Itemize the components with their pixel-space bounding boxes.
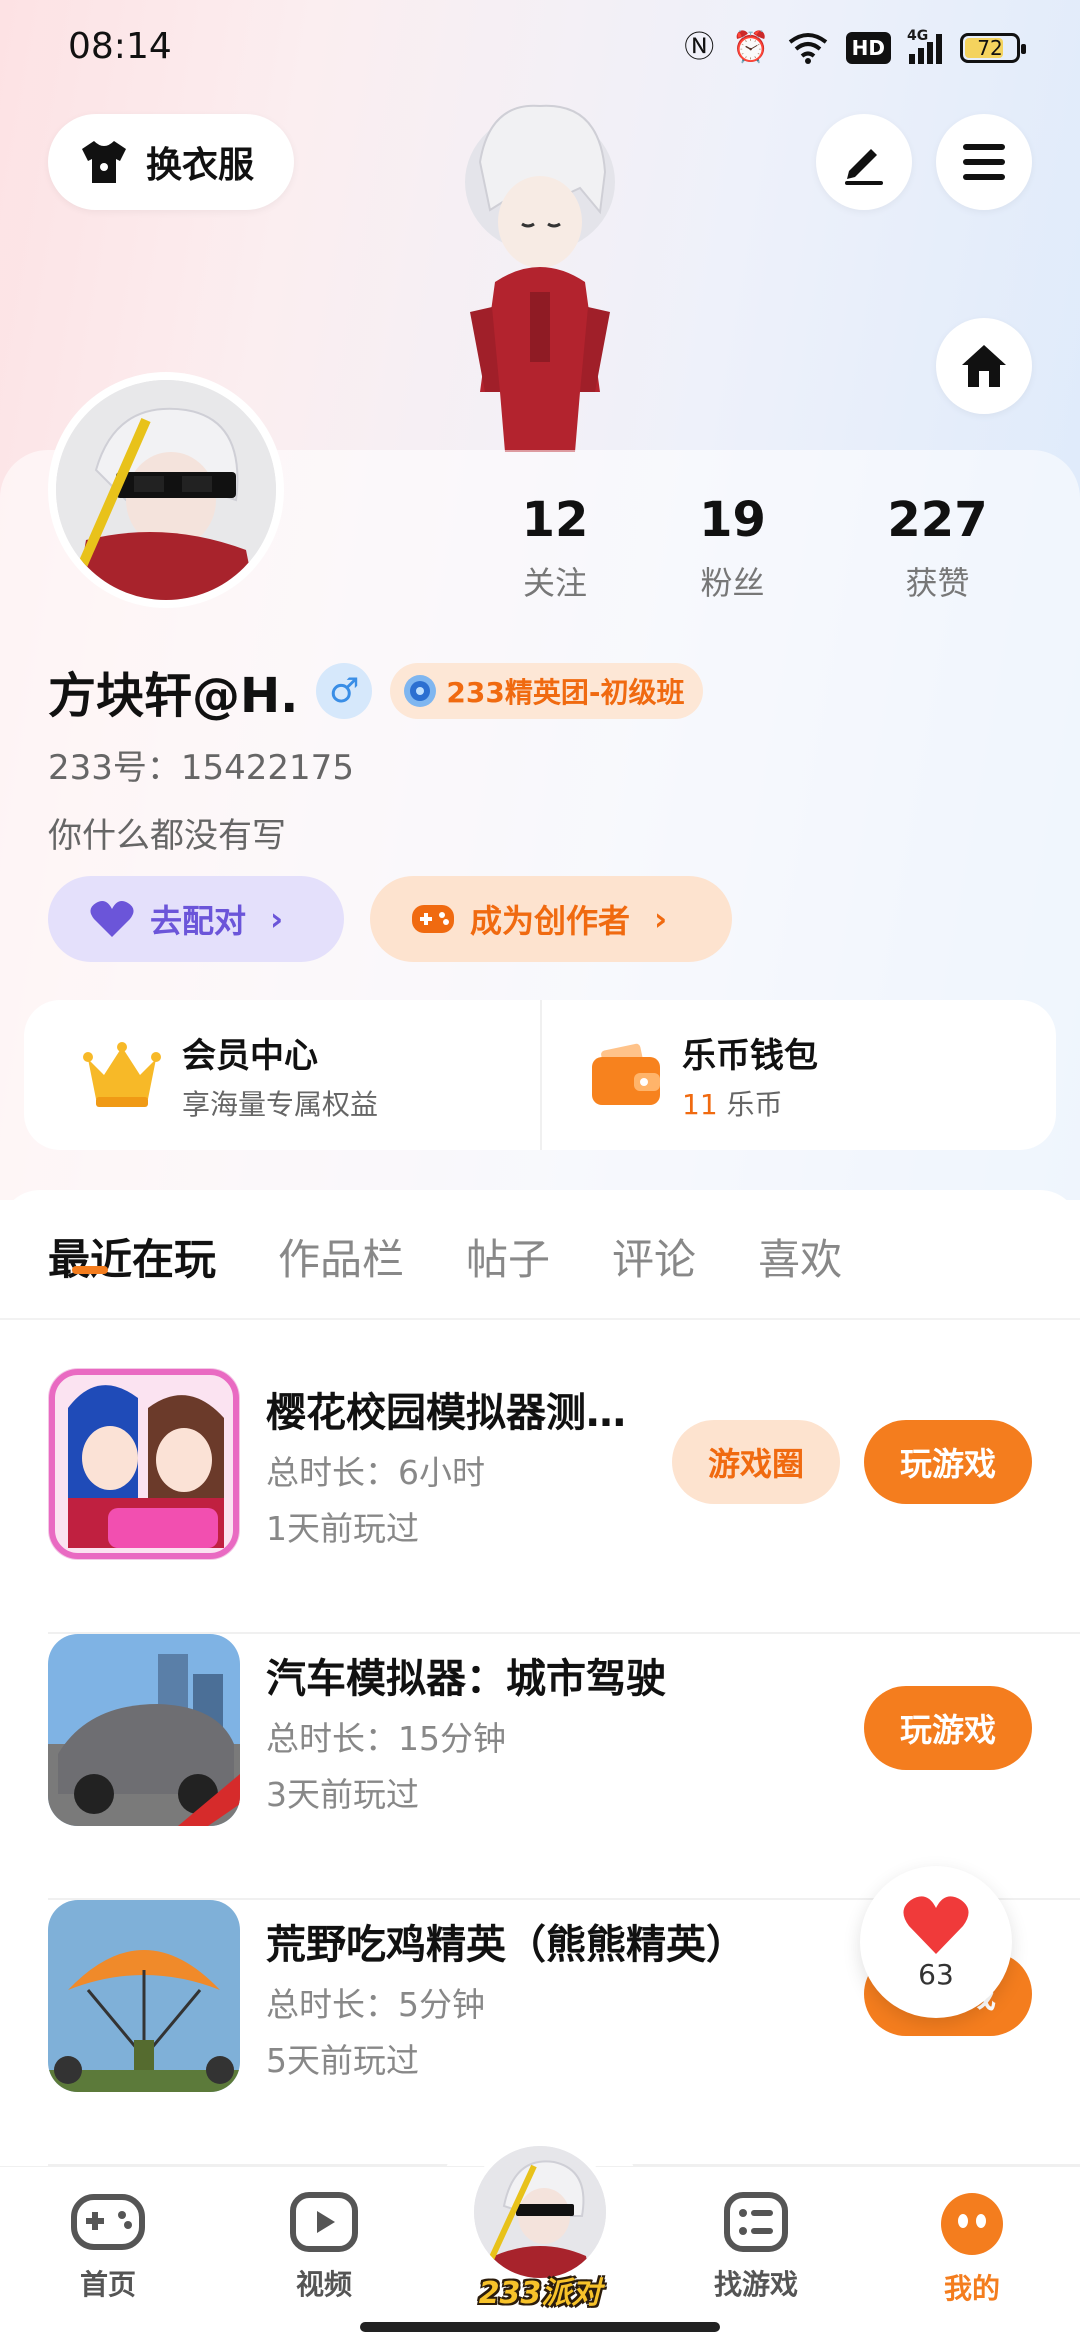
user-bio[interactable]: 你什么都没有写 bbox=[48, 808, 286, 857]
match-label: 去配对 bbox=[150, 902, 247, 940]
vip-center[interactable]: 会员中心 享海量专属权益 bbox=[24, 1000, 540, 1150]
wallet-unit: 乐币 bbox=[726, 1087, 783, 1121]
stat-following[interactable]: 12 关注 bbox=[480, 490, 630, 604]
stat-fans[interactable]: 19 粉丝 bbox=[630, 490, 835, 604]
stat-likes-label: 获赞 bbox=[905, 564, 970, 602]
home-space-button[interactable] bbox=[936, 318, 1032, 414]
change-clothes-label: 换衣服 bbox=[146, 145, 255, 186]
profile-stats: 12 关注 19 粉丝 227 获赞 bbox=[480, 490, 1040, 604]
chevron-right-icon: › bbox=[654, 900, 668, 938]
wifi-icon bbox=[788, 33, 827, 64]
status-icons: Ⓝ ⏰ HD 4G 72 bbox=[684, 28, 1026, 68]
floating-like-button[interactable]: 63 bbox=[860, 1866, 1012, 2018]
nav-find-game-label: 找游戏 bbox=[713, 2268, 798, 2301]
list-icon bbox=[724, 2192, 788, 2252]
become-creator-button[interactable]: 成为创作者 › bbox=[370, 876, 732, 962]
heart-icon bbox=[90, 901, 134, 937]
nfc-icon: Ⓝ bbox=[684, 30, 715, 65]
party-avatar-button[interactable] bbox=[468, 2140, 612, 2284]
play-game-button[interactable]: 玩游戏 bbox=[864, 1420, 1032, 1504]
stat-following-value: 12 bbox=[521, 492, 589, 548]
chevron-right-icon: › bbox=[270, 900, 284, 938]
game-thumbnail[interactable] bbox=[48, 1368, 240, 1560]
battery-icon: 72 bbox=[960, 33, 1026, 63]
stat-fans-value: 19 bbox=[699, 492, 766, 548]
status-bar: 08:14 Ⓝ ⏰ HD 4G 72 bbox=[0, 0, 1080, 96]
stat-fans-label: 粉丝 bbox=[700, 564, 765, 602]
signal-icon: 4G bbox=[907, 28, 942, 64]
party-label[interactable]: 233派对 bbox=[468, 2268, 612, 2312]
play-game-button[interactable]: 玩游戏 bbox=[864, 1686, 1032, 1770]
tab-comments[interactable]: 评论 bbox=[612, 1226, 696, 1287]
game-last-played: 3天前玩过 bbox=[266, 1775, 419, 1814]
game-circle-button[interactable]: 游戏圈 bbox=[672, 1420, 840, 1504]
home-indicator[interactable] bbox=[360, 2322, 720, 2332]
game-name: 樱花校园模拟器测… bbox=[266, 1390, 626, 1436]
tab-recently-played[interactable]: 最近在玩 bbox=[48, 1226, 216, 1287]
tab-works[interactable]: 作品栏 bbox=[278, 1226, 404, 1287]
stat-likes[interactable]: 227 获赞 bbox=[835, 490, 1040, 604]
video-play-icon bbox=[290, 2192, 358, 2252]
lebi-wallet[interactable]: 乐币钱包 11 乐币 bbox=[540, 1000, 1056, 1150]
user-id[interactable]: 233号：15422175 bbox=[48, 740, 354, 789]
profile-tabs: 最近在玩 作品栏 帖子 评论 喜欢 bbox=[48, 1226, 842, 1287]
avatar[interactable] bbox=[48, 372, 284, 608]
game-name: 汽车模拟器：城市驾驶 bbox=[266, 1656, 666, 1702]
stat-likes-value: 227 bbox=[887, 492, 988, 548]
nav-video[interactable]: 视频 bbox=[254, 2191, 394, 2303]
nav-home-label: 首页 bbox=[79, 2268, 136, 2301]
wallet-icon bbox=[592, 1043, 660, 1105]
vip-center-subtitle: 享海量专属权益 bbox=[182, 1087, 379, 1121]
game-last-played: 5天前玩过 bbox=[266, 2041, 419, 2080]
tabs-divider bbox=[0, 1318, 1080, 1320]
vip-center-title: 会员中心 bbox=[182, 1035, 318, 1076]
wallet-amount: 11 bbox=[682, 1087, 718, 1121]
profile-face-icon bbox=[941, 2193, 1003, 2255]
house-icon bbox=[962, 345, 1006, 387]
rank-badge-label: 233精英团-初级班 bbox=[446, 676, 685, 709]
badge-medal-icon bbox=[404, 675, 437, 707]
tab-likes[interactable]: 喜欢 bbox=[758, 1226, 842, 1287]
edit-profile-button[interactable] bbox=[816, 114, 912, 210]
menu-button[interactable] bbox=[936, 114, 1032, 210]
gamepad-icon bbox=[71, 2194, 145, 2250]
game-thumbnail[interactable] bbox=[48, 1634, 240, 1826]
heart-icon bbox=[903, 1895, 969, 1954]
nav-video-label: 视频 bbox=[295, 2268, 352, 2301]
avatar-character[interactable] bbox=[430, 92, 650, 452]
change-clothes-button[interactable]: 换衣服 bbox=[48, 114, 294, 210]
username-row: 方块轩@H. ♂ 233精英团-初级班 bbox=[48, 656, 703, 726]
nav-find-game[interactable]: 找游戏 bbox=[686, 2191, 826, 2303]
status-time: 08:14 bbox=[68, 26, 172, 67]
nav-home[interactable]: 首页 bbox=[38, 2191, 178, 2303]
male-gender-icon: ♂ bbox=[316, 663, 373, 719]
gamepad-icon bbox=[412, 905, 454, 933]
pen-icon bbox=[845, 149, 883, 185]
nav-mine[interactable]: 我的 bbox=[902, 2191, 1042, 2307]
nav-mine-label: 我的 bbox=[943, 2272, 1000, 2305]
hamburger-icon bbox=[963, 144, 1005, 180]
rank-badge[interactable]: 233精英团-初级班 bbox=[390, 663, 703, 719]
game-thumbnail[interactable] bbox=[48, 1900, 240, 2092]
game-duration: 总时长：5分钟 bbox=[266, 1985, 485, 2024]
tab-posts[interactable]: 帖子 bbox=[466, 1226, 550, 1287]
username: 方块轩@H. bbox=[48, 668, 299, 724]
game-last-played: 1天前玩过 bbox=[266, 1509, 419, 1548]
match-button[interactable]: 去配对 › bbox=[48, 876, 344, 962]
quick-links-card: 会员中心 享海量专属权益 乐币钱包 11 乐币 bbox=[24, 1000, 1056, 1150]
alarm-icon: ⏰ bbox=[732, 30, 770, 65]
crown-icon bbox=[83, 1042, 161, 1107]
game-row[interactable]: 汽车模拟器：城市驾驶 总时长：15分钟 3天前玩过 玩游戏 bbox=[48, 1634, 1080, 1900]
stat-following-label: 关注 bbox=[522, 564, 587, 602]
active-tab-indicator bbox=[72, 1266, 108, 1274]
tshirt-icon bbox=[82, 141, 126, 183]
game-duration: 总时长：15分钟 bbox=[266, 1719, 506, 1758]
like-count: 63 bbox=[918, 1957, 954, 1991]
game-duration: 总时长：6小时 bbox=[266, 1453, 485, 1492]
become-creator-label: 成为创作者 bbox=[470, 902, 631, 940]
game-name: 荒野吃鸡精英（熊熊精英） bbox=[266, 1922, 746, 1968]
wallet-title: 乐币钱包 bbox=[682, 1035, 818, 1076]
game-row[interactable]: 樱花校园模拟器测… 总时长：6小时 1天前玩过 游戏圈 玩游戏 bbox=[48, 1368, 1080, 1634]
hd-icon: HD bbox=[845, 32, 891, 64]
